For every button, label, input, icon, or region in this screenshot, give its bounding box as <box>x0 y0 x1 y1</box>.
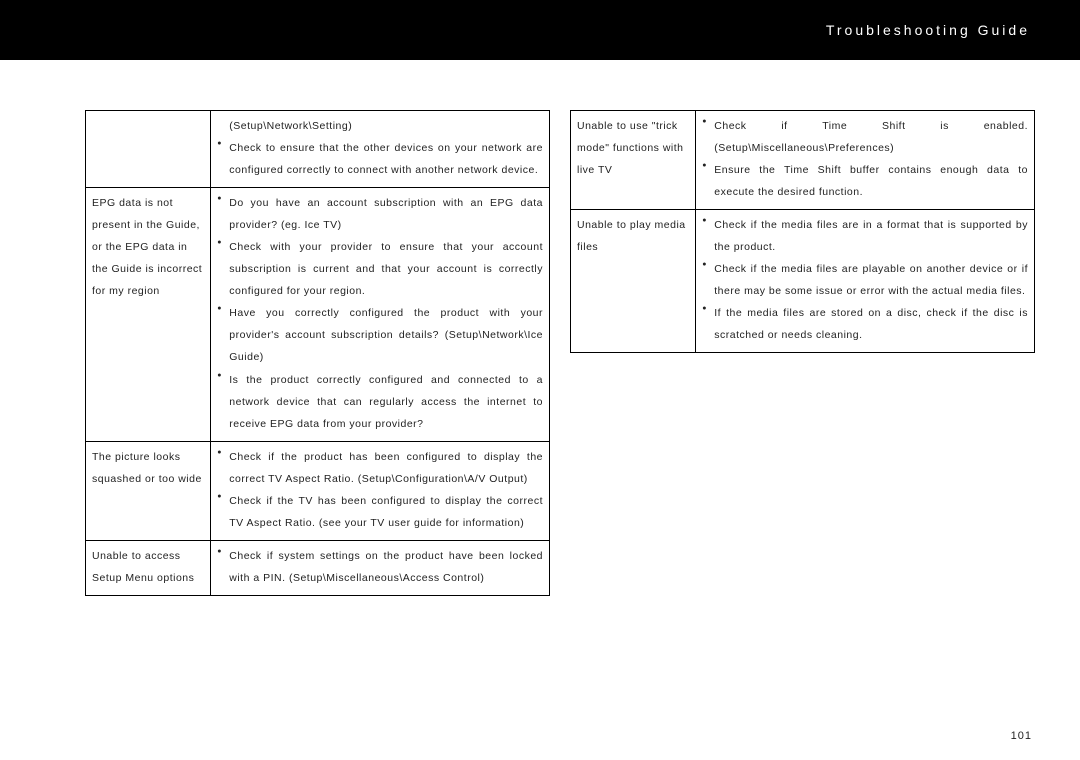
left-table: (Setup\Network\Setting)●Check to ensure … <box>85 110 550 596</box>
solution-cell: ●Do you have an account subscription wit… <box>211 188 550 442</box>
bullet-icon: ● <box>217 236 229 302</box>
bullet-icon: ● <box>217 302 229 368</box>
bullet-icon: ● <box>217 369 229 435</box>
bullet-text: Do you have an account subscription with… <box>229 192 543 236</box>
bullet-icon: ● <box>217 192 229 236</box>
bullet-icon: ● <box>702 258 714 302</box>
bullet-icon: ● <box>217 446 229 490</box>
header-bar: Troubleshooting Guide <box>0 0 1080 60</box>
problem-cell: Unable to use "trick mode" functions wit… <box>571 111 696 210</box>
left-column: (Setup\Network\Setting)●Check to ensure … <box>85 110 550 596</box>
bullet-icon: ● <box>217 137 229 181</box>
bullet-text: Ensure the Time Shift buffer contains en… <box>714 159 1028 203</box>
bullet-icon: ● <box>702 302 714 346</box>
bullet-text: Check to ensure that the other devices o… <box>229 137 543 181</box>
right-table: Unable to use "trick mode" functions wit… <box>570 110 1035 353</box>
content-area: (Setup\Network\Setting)●Check to ensure … <box>0 60 1080 596</box>
path-text: (Setup\Network\Setting) <box>217 115 543 137</box>
bullet-icon: ● <box>217 545 229 589</box>
bullet-text: Check if the media files are playable on… <box>714 258 1028 302</box>
bullet-text: Check if the product has been configured… <box>229 446 543 490</box>
solution-cell: ●Check if Time Shift is enabled. (Setup\… <box>696 111 1035 210</box>
header-title: Troubleshooting Guide <box>826 22 1030 38</box>
bullet-icon: ● <box>217 490 229 534</box>
bullet-text: Have you correctly configured the produc… <box>229 302 543 368</box>
page-number: 101 <box>1011 730 1032 742</box>
bullet-text: If the media files are stored on a disc,… <box>714 302 1028 346</box>
solution-cell: ●Check if the media files are in a forma… <box>696 210 1035 353</box>
solution-cell: ●Check if system settings on the product… <box>211 540 550 595</box>
bullet-text: Check with your provider to ensure that … <box>229 236 543 302</box>
bullet-text: Is the product correctly configured and … <box>229 369 543 435</box>
bullet-icon: ● <box>702 214 714 258</box>
problem-cell: The picture looks squashed or too wide <box>86 441 211 540</box>
bullet-text: Check if system settings on the product … <box>229 545 543 589</box>
right-column: Unable to use "trick mode" functions wit… <box>570 110 1035 353</box>
solution-cell: ●Check if the product has been configure… <box>211 441 550 540</box>
bullet-icon: ● <box>702 115 714 159</box>
problem-cell: Unable to play media files <box>571 210 696 353</box>
problem-cell: EPG data is not present in the Guide, or… <box>86 188 211 442</box>
bullet-text: Check if Time Shift is enabled. (Setup\M… <box>714 115 1028 159</box>
solution-cell: (Setup\Network\Setting)●Check to ensure … <box>211 111 550 188</box>
problem-cell: Unable to access Setup Menu options <box>86 540 211 595</box>
bullet-icon: ● <box>702 159 714 203</box>
bullet-text: Check if the media files are in a format… <box>714 214 1028 258</box>
problem-cell <box>86 111 211 188</box>
bullet-text: Check if the TV has been configured to d… <box>229 490 543 534</box>
